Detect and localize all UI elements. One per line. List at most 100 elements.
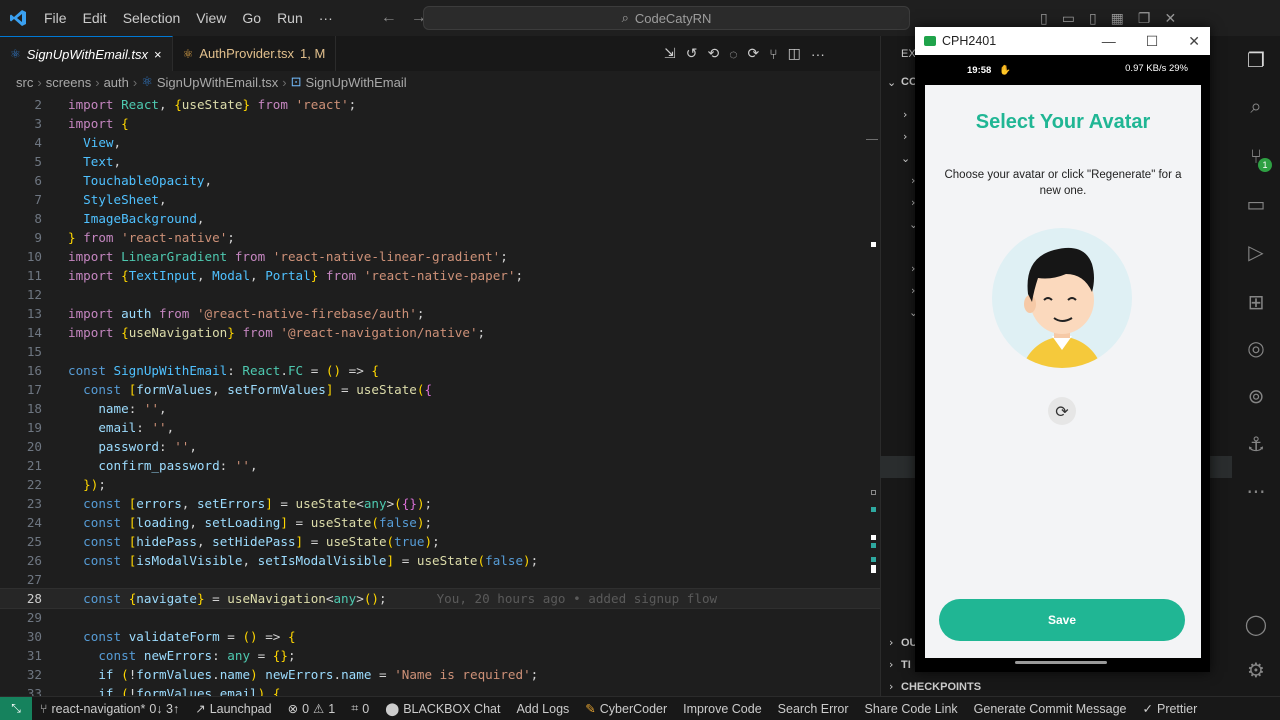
code-line[interactable]: 13 import auth from '@react-native-fireba… — [0, 304, 880, 323]
code-line[interactable]: 32 if (!formValues.name) newErrors.name … — [0, 665, 880, 684]
scrollbar-thumb[interactable] — [866, 139, 878, 140]
statusbar-item-commitmsg[interactable]: Generate Commit Message — [966, 702, 1135, 716]
chevron-down-icon[interactable]: ⌄ — [887, 76, 896, 89]
anchor-icon[interactable]: ⚓ — [1244, 432, 1268, 456]
breadcrumb-item[interactable]: SignUpWithEmail — [306, 75, 407, 90]
customize-layout-icon[interactable]: ▦ — [1111, 10, 1124, 27]
ports-status[interactable]: ⌗ 0 — [343, 701, 377, 716]
menu-item[interactable]: Run — [269, 10, 311, 26]
code-line[interactable]: 19 email: '', — [0, 418, 880, 437]
code-line[interactable]: 16 const SignUpWithEmail: React.FC = () =… — [0, 361, 880, 380]
maximize-icon[interactable]: ☐ — [1146, 33, 1159, 50]
git-graph-icon[interactable]: ◎ — [1244, 336, 1268, 360]
code-line[interactable]: 31 const newErrors: any = {}; — [0, 646, 880, 665]
code-line[interactable]: 21 confirm_password: '', — [0, 456, 880, 475]
code-line[interactable]: 30 const validateForm = () => { — [0, 627, 880, 646]
breadcrumb-item[interactable]: screens — [46, 75, 92, 90]
code-line[interactable]: 23 const [errors, setErrors] = useState<… — [0, 494, 880, 513]
statusbar-item-prettier[interactable]: ✓ Prettier — [1135, 701, 1206, 717]
back-arrow-icon[interactable]: ← — [381, 9, 397, 27]
code-line[interactable]: 18 name: '', — [0, 399, 880, 418]
code-line[interactable]: 9} from 'react-native'; — [0, 228, 880, 247]
statusbar-item-searcherror[interactable]: Search Error — [770, 702, 857, 716]
chevron-right-icon[interactable]: › — [903, 108, 907, 121]
remote-icon[interactable]: ⊚ — [1244, 384, 1268, 408]
close-icon[interactable]: ✕ — [1188, 33, 1200, 50]
code-line[interactable]: 17 const [formValues, setFormValues] = u… — [0, 380, 880, 399]
statusbar-item-cybercoder[interactable]: ✎ CyberCoder — [577, 701, 675, 717]
code-line[interactable]: 4 View, — [0, 133, 880, 152]
settings-icon[interactable]: ⚙ — [1244, 658, 1268, 682]
code-line[interactable]: 12 — [0, 285, 880, 304]
menu-item[interactable]: Edit — [75, 10, 115, 26]
chevron-right-icon[interactable]: › — [889, 636, 893, 649]
chevron-down-icon[interactable]: ⌄ — [901, 152, 910, 165]
chevron-right-icon[interactable]: › — [889, 680, 893, 693]
folder-icon[interactable]: ▭ — [1244, 192, 1268, 216]
toggle-primary-sidebar-icon[interactable]: ▯ — [1040, 10, 1048, 27]
more-actions-icon[interactable]: ··· — [811, 46, 825, 62]
account-icon[interactable]: ◯ — [1244, 612, 1268, 636]
explorer-icon[interactable]: ❐ — [1244, 48, 1268, 72]
code-line[interactable]: 6 TouchableOpacity, — [0, 171, 880, 190]
toggle-panel-icon[interactable]: ▭ — [1062, 10, 1075, 27]
command-center-search[interactable]: ⌕ CodeCatyRN — [423, 6, 910, 30]
code-line[interactable]: 7 StyleSheet, — [0, 190, 880, 209]
breadcrumb-item[interactable]: auth — [104, 75, 129, 90]
window-close-icon[interactable]: ✕ — [1164, 10, 1176, 27]
chevron-right-icon[interactable]: › — [889, 658, 893, 671]
remote-indicator-icon[interactable]: ⤡ — [0, 696, 32, 720]
code-line[interactable]: 14 import {useNavigation} from '@react-na… — [0, 323, 880, 342]
code-line[interactable]: 28 const {navigate} = useNavigation<any>… — [0, 588, 881, 609]
code-line[interactable]: 26 const [isModalVisible, setIsModalVisi… — [0, 551, 880, 570]
code-line[interactable]: 24 const [loading, setLoading] = useStat… — [0, 513, 880, 532]
save-button[interactable]: Save — [939, 599, 1185, 641]
chevron-right-icon[interactable]: › — [903, 130, 907, 143]
statusbar-item-improve[interactable]: Improve Code — [675, 702, 770, 716]
next-change-icon[interactable]: ⟳ — [748, 45, 760, 62]
tab-authprovider[interactable]: ⚛ AuthProvider.tsx 1, M — [173, 36, 337, 71]
commit-icon[interactable]: ◌ — [729, 46, 737, 62]
previous-change-icon[interactable]: ⟲ — [707, 45, 719, 62]
tab-signupwithemail[interactable]: ⚛ SignUpWithEmail.tsx × — [0, 36, 173, 71]
section-title[interactable]: TI — [901, 659, 911, 671]
menu-item[interactable]: Selection — [115, 10, 189, 26]
code-line[interactable]: 25 const [hidePass, setHidePass] = useSt… — [0, 532, 880, 551]
code-line[interactable]: 15 — [0, 342, 880, 361]
code-editor[interactable]: 2 import React, {useState} from 'react'; 3… — [0, 95, 881, 701]
regenerate-button[interactable]: ⟳ — [1048, 397, 1076, 425]
code-line[interactable]: 27 — [0, 570, 880, 589]
open-changes-icon[interactable]: ⇲ — [664, 45, 676, 62]
code-line[interactable]: 22 }); — [0, 475, 880, 494]
launchpad-status[interactable]: ↗ Launchpad — [187, 701, 279, 717]
menu-item[interactable]: Go — [234, 10, 269, 26]
problems-status[interactable]: ⊗ 0 ⚠ 1 — [280, 701, 344, 717]
code-line[interactable]: 2 import React, {useState} from 'react'; — [0, 95, 880, 114]
toggle-secondary-sidebar-icon[interactable]: ▯ — [1089, 10, 1097, 27]
menu-item[interactable]: File — [36, 10, 75, 26]
breadcrumb-item[interactable]: src — [16, 75, 33, 90]
branch-status[interactable]: ⑂ react-navigation* 0↓ 3↑ — [32, 702, 187, 716]
more-icon[interactable]: ··· — [1244, 480, 1268, 504]
section-title[interactable]: CHECKPOINTS — [901, 681, 981, 693]
code-line[interactable]: 3 import { — [0, 114, 880, 133]
git-lens-icon[interactable]: ⑂ — [769, 46, 777, 62]
minimize-icon[interactable]: — — [1102, 33, 1116, 49]
search-icon[interactable]: ⌕ — [1244, 94, 1268, 118]
code-line[interactable]: 8 ImageBackground, — [0, 209, 880, 228]
window-restore-icon[interactable]: ❐ — [1138, 10, 1151, 27]
code-line[interactable]: 29 — [0, 608, 880, 627]
breadcrumb-item[interactable]: SignUpWithEmail.tsx — [157, 75, 278, 90]
code-line[interactable]: 5 Text, — [0, 152, 880, 171]
statusbar-item-addlogs[interactable]: Add Logs — [508, 702, 577, 716]
code-line[interactable]: 11 import {TextInput, Modal, Portal} from… — [0, 266, 880, 285]
code-line[interactable]: 20 password: '', — [0, 437, 880, 456]
extensions-icon[interactable]: ⊞ — [1244, 290, 1268, 314]
code-line[interactable]: 10 import LinearGradient from 'react-nati… — [0, 247, 880, 266]
close-icon[interactable]: × — [154, 47, 162, 62]
timeline-icon[interactable]: ↺ — [686, 45, 698, 62]
menu-item[interactable]: View — [188, 10, 234, 26]
statusbar-item-share[interactable]: Share Code Link — [857, 702, 966, 716]
statusbar-item-blackbox[interactable]: ⬤ BLACKBOX Chat — [377, 701, 508, 717]
split-editor-icon[interactable]: ◫ — [788, 45, 801, 62]
